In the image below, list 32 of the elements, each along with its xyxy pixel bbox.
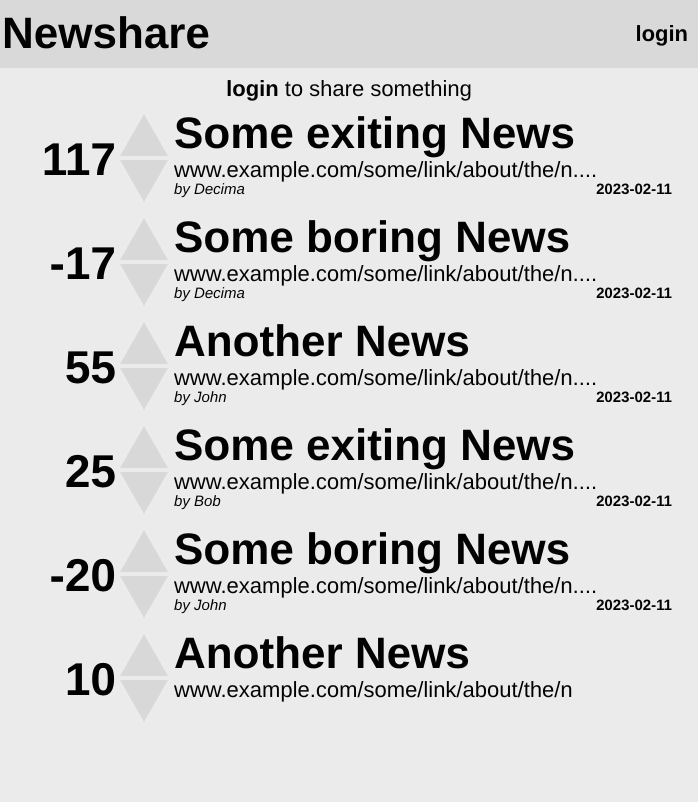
news-title[interactable]: Some boring News xyxy=(174,526,672,574)
news-url[interactable]: www.example.com/some/link/about/the/n.... xyxy=(174,262,672,286)
news-url[interactable]: www.example.com/some/link/about/the/n.... xyxy=(174,366,672,390)
news-title[interactable]: Some boring News xyxy=(174,214,672,262)
vote-score: 117 xyxy=(40,132,116,186)
login-link[interactable]: login xyxy=(226,76,279,102)
author-name: by John xyxy=(174,390,227,405)
post-date: 2023-02-11 xyxy=(596,182,672,197)
login-link[interactable]: login xyxy=(635,21,688,47)
site-title: Newshare xyxy=(2,9,210,59)
post-date: 2023-02-11 xyxy=(596,286,672,301)
post-date: 2023-02-11 xyxy=(596,390,672,405)
news-url[interactable]: www.example.com/some/link/about/the/n.... xyxy=(174,470,672,494)
vote-score: 55 xyxy=(64,340,116,394)
post-date: 2023-02-11 xyxy=(596,598,672,613)
news-title[interactable]: Some exiting News xyxy=(174,110,672,158)
news-title[interactable]: Some exiting News xyxy=(174,422,672,470)
share-prompt: to share something xyxy=(284,76,472,102)
news-url[interactable]: www.example.com/some/link/about/the/n.... xyxy=(174,574,672,598)
news-title[interactable]: Another News xyxy=(174,318,672,366)
news-url[interactable]: www.example.com/some/link/about/the/n xyxy=(174,678,672,702)
author-name: by John xyxy=(174,598,227,613)
news-url[interactable]: www.example.com/some/link/about/the/n.... xyxy=(174,158,672,182)
author-name: by Bob xyxy=(174,494,221,509)
author-name: by Decima xyxy=(174,286,245,301)
author-name: by Decima xyxy=(174,182,245,197)
vote-score: -20 xyxy=(48,548,116,602)
news-title[interactable]: Another News xyxy=(174,630,672,678)
vote-score: 25 xyxy=(64,444,116,498)
vote-score: -17 xyxy=(48,236,116,290)
post-date: 2023-02-11 xyxy=(596,494,672,509)
vote-score: 10 xyxy=(64,652,116,706)
